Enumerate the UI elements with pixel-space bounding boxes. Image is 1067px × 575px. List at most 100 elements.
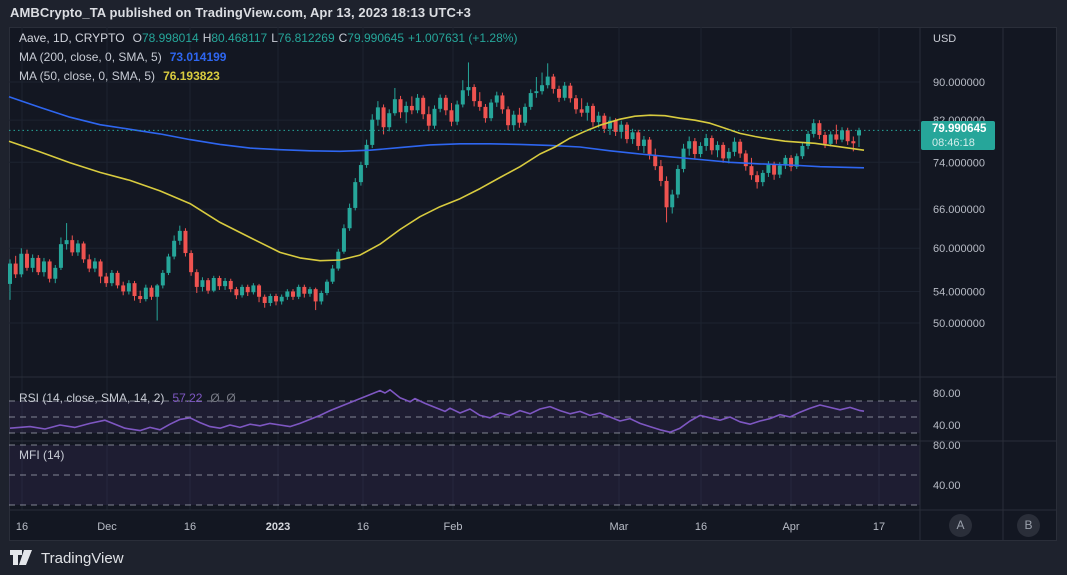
candle-body (81, 243, 86, 260)
ma50-line (8, 114, 865, 262)
low-value: 76.812269 (277, 31, 335, 45)
time-axis-label[interactable]: Dec (97, 521, 117, 533)
rsi-legend-row[interactable]: RSI (14, close, SMA, 14, 2) 57.22 Ø Ø (19, 391, 236, 405)
candle-body (217, 277, 222, 287)
candle-body (664, 180, 669, 208)
candle-body (732, 141, 737, 152)
candle-body (245, 286, 250, 293)
candle-body (381, 107, 386, 128)
time-axis-label[interactable]: 2023 (266, 521, 290, 533)
low-label: L (271, 31, 278, 45)
candle-body (415, 97, 420, 111)
candle-body (438, 97, 443, 109)
candle-body (630, 132, 635, 140)
candle-body (30, 257, 35, 268)
mfi-legend-row[interactable]: MFI (14) (19, 448, 64, 462)
candle-body (324, 281, 329, 293)
candle-body (183, 230, 188, 254)
time-axis-label[interactable]: 16 (16, 521, 28, 533)
candle-body (70, 240, 75, 253)
candle-body (240, 286, 245, 296)
candle-body (749, 166, 754, 176)
candle-body (738, 141, 743, 154)
candle-body (579, 109, 584, 113)
candle-body (375, 107, 380, 120)
candle-body (189, 253, 194, 273)
scale-a-button[interactable]: A (949, 514, 972, 537)
chart-canvas[interactable]: 16Dec16202316FebMar16Apr1790.00000082.00… (0, 0, 1067, 575)
bar-countdown: 08:46:18 (932, 137, 975, 149)
candle-body (540, 85, 545, 92)
candle-body (234, 289, 239, 296)
candle-body (341, 228, 346, 252)
candle-body (449, 110, 454, 122)
candle-body (19, 253, 24, 275)
time-axis-label[interactable]: 17 (873, 521, 885, 533)
tradingview-logo-text: TradingView (41, 549, 124, 567)
candle-body (206, 280, 211, 291)
candle-body (647, 139, 652, 156)
time-axis-label[interactable]: 16 (695, 521, 707, 533)
candle-body (166, 256, 171, 273)
candle-body (726, 151, 731, 159)
candle-body (387, 113, 392, 128)
candle-body (562, 85, 567, 98)
candle-body (845, 130, 850, 142)
candle-body (704, 138, 709, 146)
candle-body (698, 145, 703, 155)
ma200-label: MA (200, close, 0, SMA, 5) (19, 50, 162, 64)
price-axis-label[interactable]: 74.000000 (933, 157, 985, 169)
time-axis-label[interactable]: Mar (610, 521, 629, 533)
candle-body (104, 276, 109, 284)
last-price-badge[interactable]: 79.990645 08:46:18 (921, 121, 995, 150)
price-axis-label[interactable]: 90.000000 (933, 77, 985, 89)
price-axis-label[interactable]: 66.000000 (933, 204, 985, 216)
candle-body (398, 99, 403, 113)
price-axis-label[interactable]: 50.000000 (933, 318, 985, 330)
open-value: 78.998014 (141, 31, 199, 45)
price-scale-currency[interactable]: USD (933, 33, 956, 45)
time-axis-label[interactable]: 16 (184, 521, 196, 533)
candle-body (257, 285, 262, 297)
candle-body (817, 123, 822, 135)
indicator-axis-label[interactable]: 80.00 (933, 440, 961, 452)
candle-body (370, 119, 375, 145)
candle-body (574, 98, 578, 110)
candle-body (98, 261, 103, 277)
candle-body (715, 144, 720, 151)
rsi-label: RSI (14, close, SMA, 14, 2) (19, 391, 165, 405)
tradingview-logo[interactable]: TradingView (10, 546, 124, 570)
candle-body (319, 292, 324, 302)
candle-body (834, 134, 839, 140)
candle-body (307, 289, 312, 294)
candle-body (302, 286, 307, 294)
price-axis-label[interactable]: 54.000000 (933, 286, 985, 298)
candle-body (358, 165, 363, 183)
candle-body (421, 97, 426, 115)
symbol-name: Aave, 1D, CRYPTO (19, 31, 125, 45)
candle-body (692, 141, 697, 155)
time-axis-label[interactable]: Feb (444, 521, 463, 533)
ma50-legend-row[interactable]: MA (50, close, 0, SMA, 5) 76.193823 (19, 69, 220, 83)
ma50-label: MA (50, close, 0, SMA, 5) (19, 69, 156, 83)
candle-body (364, 144, 369, 166)
indicator-axis-label[interactable]: 40.00 (933, 480, 961, 492)
time-axis-label[interactable]: 16 (357, 521, 369, 533)
indicator-axis-label[interactable]: 80.00 (933, 388, 961, 400)
candle-body (36, 257, 41, 273)
time-axis-label[interactable]: Apr (782, 521, 799, 533)
candle-body (800, 145, 805, 157)
candle-body (194, 272, 199, 287)
price-axis-label[interactable]: 60.000000 (933, 243, 985, 255)
candle-body (523, 106, 528, 123)
ma200-value: 73.014199 (169, 50, 227, 64)
candle-body (155, 285, 160, 297)
indicator-axis-label[interactable]: 40.00 (933, 420, 961, 432)
ma200-legend-row[interactable]: MA (200, close, 0, SMA, 5) 73.014199 (19, 50, 226, 64)
candle-body (426, 114, 431, 126)
scale-b-button[interactable]: B (1017, 514, 1040, 537)
candle-body (489, 102, 494, 119)
candle-body (596, 115, 601, 123)
symbol-legend-row[interactable]: Aave, 1D, CRYPTO O78.998014 H80.468117 L76.… (19, 31, 517, 45)
candle-body (330, 268, 335, 282)
